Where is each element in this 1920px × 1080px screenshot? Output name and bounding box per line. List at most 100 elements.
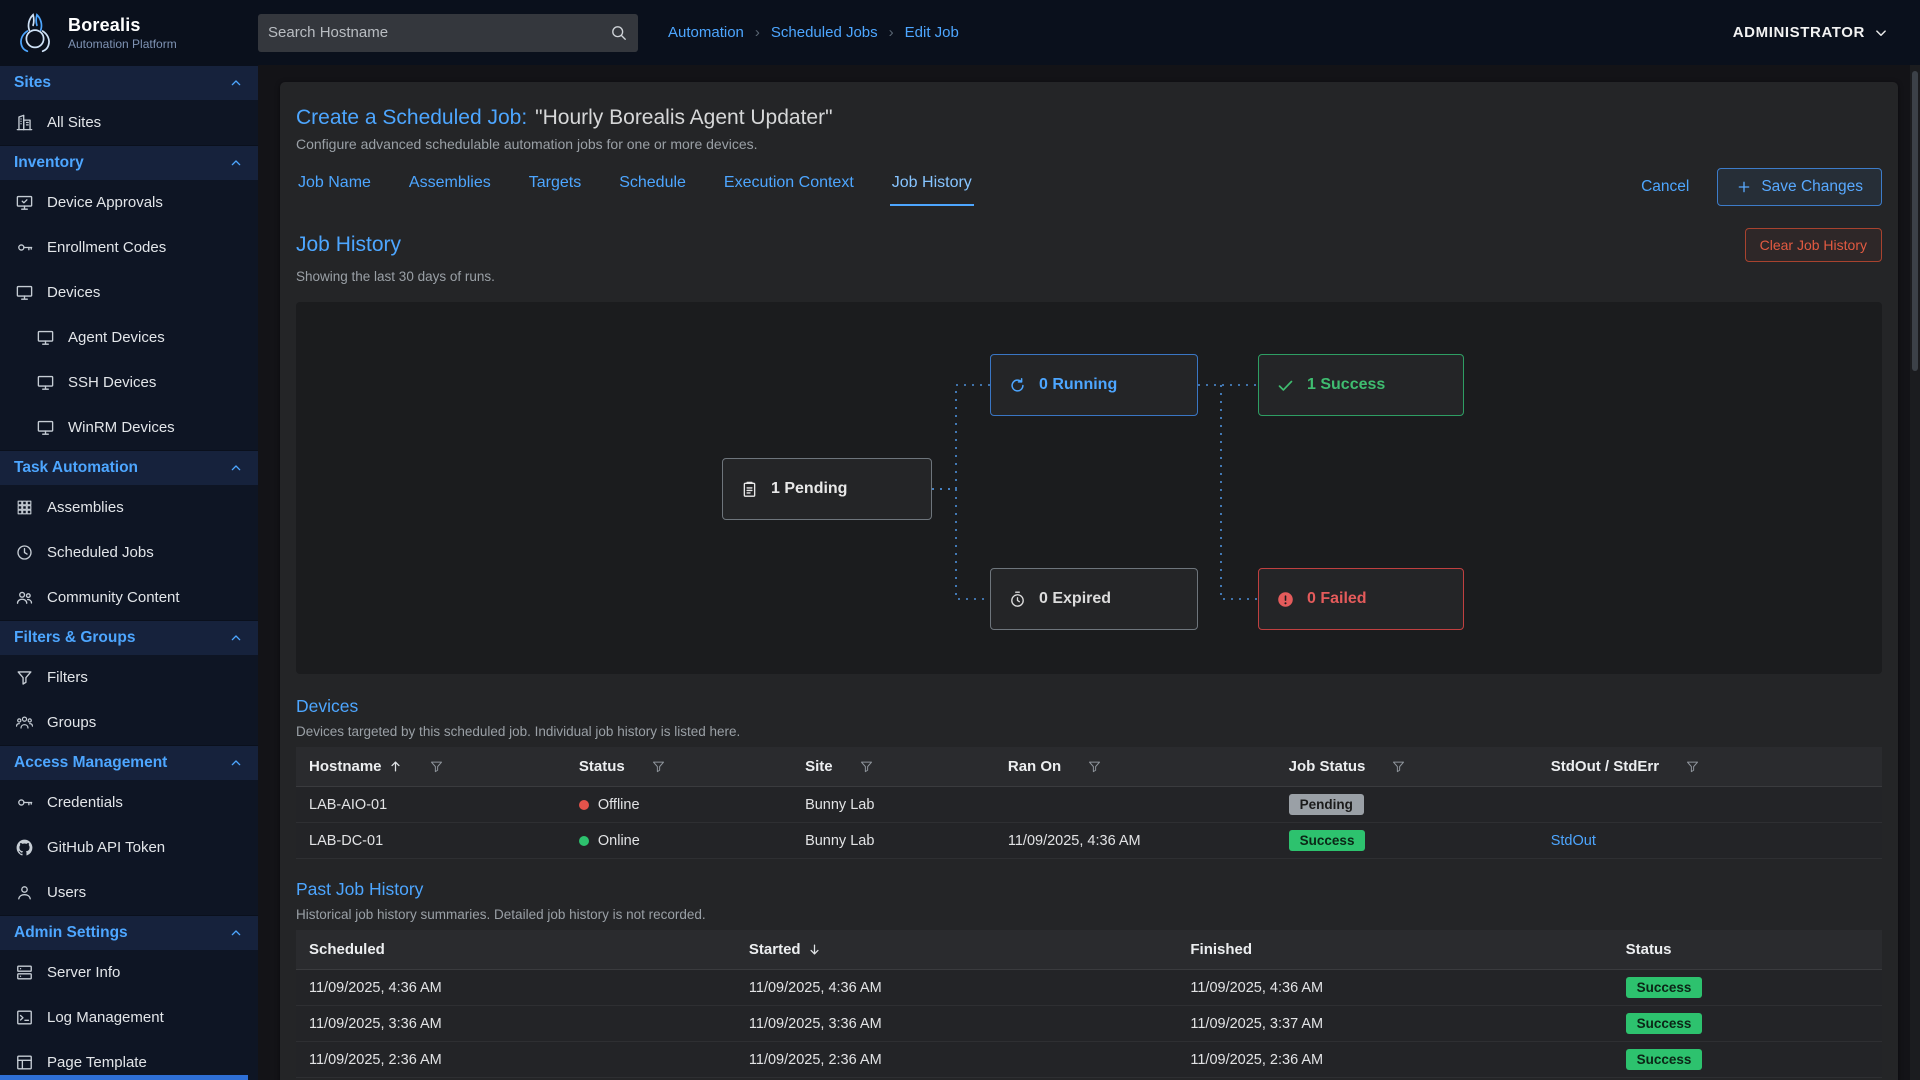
column-status[interactable]: Status [1626, 941, 1869, 958]
breadcrumb-item-edit-job[interactable]: Edit Job [905, 24, 959, 41]
column-finished[interactable]: Finished [1190, 941, 1625, 958]
sort-asc-icon [388, 759, 403, 774]
filter-icon[interactable] [1685, 759, 1700, 774]
cell-text: 11/09/2025, 2:36 AM [309, 1052, 442, 1068]
filter-icon[interactable] [859, 759, 874, 774]
sidebar-section-sites[interactable]: Sites [0, 65, 258, 100]
edit-job-panel: Create a Scheduled Job:"Hourly Borealis … [280, 82, 1898, 1080]
chevron-up-icon [228, 925, 244, 941]
monitor-icon [36, 373, 55, 392]
chevron-up-icon [228, 75, 244, 91]
sidebar: SitesAll SitesInventory Device Approvals E… [0, 65, 258, 1080]
save-changes-button[interactable]: Save Changes [1717, 168, 1882, 206]
sidebar-item-enrollment-codes[interactable]: Enrollment Codes [0, 225, 258, 270]
sidebar-item-winrm-devices[interactable]: WinRM Devices [0, 405, 258, 450]
status-dot-offline [579, 800, 589, 810]
user-menu[interactable]: ADMINISTRATOR [1733, 24, 1890, 42]
past-job-history-heading: Past Job History [296, 879, 1882, 900]
search-icon[interactable] [609, 23, 628, 42]
tab-assemblies[interactable]: Assemblies [407, 168, 493, 206]
clear-job-history-button[interactable]: Clear Job History [1745, 228, 1882, 262]
tab-job-history[interactable]: Job History [890, 168, 974, 206]
cell-hostname: LAB-AIO-01 [309, 797, 579, 813]
breadcrumb-item-scheduled-jobs[interactable]: Scheduled Jobs [771, 24, 878, 41]
key-icon [15, 793, 34, 812]
error-icon [1276, 590, 1295, 609]
column-started[interactable]: Started [749, 941, 1190, 958]
column-status[interactable]: Status [579, 758, 805, 775]
sidebar-scrollbar[interactable] [0, 1075, 258, 1080]
sidebar-item-users[interactable]: Users [0, 870, 258, 915]
filter-icon[interactable] [1391, 759, 1406, 774]
sidebar-item-github-api-token[interactable]: GitHub API Token [0, 825, 258, 870]
column-site[interactable]: Site [805, 758, 1008, 775]
sidebar-item-assemblies[interactable]: Assemblies [0, 485, 258, 530]
sidebar-item-community-content[interactable]: Community Content [0, 575, 258, 620]
past-job-row: 11/09/2025, 4:36 AM11/09/2025, 4:36 AM11… [296, 970, 1882, 1006]
window-scrollbar[interactable] [1910, 65, 1920, 1080]
sidebar-item-groups[interactable]: Groups [0, 700, 258, 745]
section-label: Admin Settings [14, 924, 128, 942]
layout-icon [15, 1053, 34, 1072]
sidebar-item-agent-devices[interactable]: Agent Devices [0, 315, 258, 360]
sidebar-item-label: WinRM Devices [68, 419, 175, 436]
sidebar-item-filters[interactable]: Filters [0, 655, 258, 700]
column-hostname[interactable]: Hostname [309, 758, 579, 775]
job-history-heading: Job History [296, 233, 401, 257]
cancel-button[interactable]: Cancel [1641, 178, 1689, 196]
sidebar-item-server-info[interactable]: Server Info [0, 950, 258, 995]
device-row-lab-dc-01: LAB-DC-01OnlineBunny Lab11/09/2025, 4:36… [296, 823, 1882, 859]
past-table-body: 11/09/2025, 4:36 AM11/09/2025, 4:36 AM11… [296, 970, 1882, 1078]
sidebar-section-filters-groups[interactable]: Filters & Groups [0, 620, 258, 655]
column-label: StdOut / StdErr [1551, 758, 1659, 775]
sidebar-item-devices[interactable]: Devices [0, 270, 258, 315]
device-row-lab-aio-01: LAB-AIO-01OfflineBunny LabPending [296, 787, 1882, 823]
monitor-icon [36, 418, 55, 437]
window-scrollbar-thumb[interactable] [1912, 71, 1918, 371]
search-input[interactable] [268, 24, 609, 41]
column-job-status[interactable]: Job Status [1289, 758, 1551, 775]
column-scheduled[interactable]: Scheduled [309, 941, 749, 958]
sidebar-item-credentials[interactable]: Credentials [0, 780, 258, 825]
filter-icon[interactable] [651, 759, 666, 774]
server-icon [15, 963, 34, 982]
sidebar-item-ssh-devices[interactable]: SSH Devices [0, 360, 258, 405]
tab-execution-context[interactable]: Execution Context [722, 168, 856, 206]
sidebar-item-device-approvals[interactable]: Device Approvals [0, 180, 258, 225]
column-stdout-stderr[interactable]: StdOut / StdErr [1551, 758, 1869, 775]
status-badge: Success [1626, 1013, 1703, 1034]
cell-status: Online [579, 833, 805, 849]
tab-schedule[interactable]: Schedule [617, 168, 688, 206]
sidebar-section-access-management[interactable]: Access Management [0, 745, 258, 780]
cell-text: 11/09/2025, 4:36 AM [309, 980, 442, 996]
breadcrumb-item-automation[interactable]: Automation [668, 24, 744, 41]
sidebar-item-scheduled-jobs[interactable]: Scheduled Jobs [0, 530, 258, 575]
sidebar-item-label: Device Approvals [47, 194, 163, 211]
stdout-link[interactable]: StdOut [1551, 833, 1596, 849]
section-label: Access Management [14, 754, 167, 772]
sidebar-section-inventory[interactable]: Inventory [0, 145, 258, 180]
filter-icon[interactable] [1087, 759, 1102, 774]
devices-subheading: Devices targeted by this scheduled job. … [296, 724, 1882, 739]
sidebar-item-all-sites[interactable]: All Sites [0, 100, 258, 145]
borealis-logo [12, 10, 58, 56]
cell-text: LAB-AIO-01 [309, 797, 387, 813]
tab-job-name[interactable]: Job Name [296, 168, 373, 206]
job-history-subheading: Showing the last 30 days of runs. [296, 269, 1882, 284]
status-badge: Success [1626, 977, 1703, 998]
app-name: Borealis [68, 15, 177, 36]
sidebar-item-page-template[interactable]: Page Template [0, 1040, 258, 1080]
column-ran-on[interactable]: Ran On [1008, 758, 1289, 775]
check-icon [1276, 376, 1295, 395]
filter-icon[interactable] [429, 759, 444, 774]
column-label: Site [805, 758, 833, 775]
cell-started: 11/09/2025, 3:36 AM [749, 1016, 1190, 1032]
sidebar-item-log-management[interactable]: Log Management [0, 995, 258, 1040]
flow-pending-label: 1 Pending [771, 480, 847, 498]
tab-targets[interactable]: Targets [527, 168, 583, 206]
sidebar-scrollbar-thumb[interactable] [0, 1075, 248, 1080]
sidebar-section-admin-settings[interactable]: Admin Settings [0, 915, 258, 950]
sidebar-section-task-automation[interactable]: Task Automation [0, 450, 258, 485]
page-title: Create a Scheduled Job:"Hourly Borealis … [296, 106, 1882, 130]
devices-table-body: LAB-AIO-01OfflineBunny LabPendingLAB-DC-… [296, 787, 1882, 859]
